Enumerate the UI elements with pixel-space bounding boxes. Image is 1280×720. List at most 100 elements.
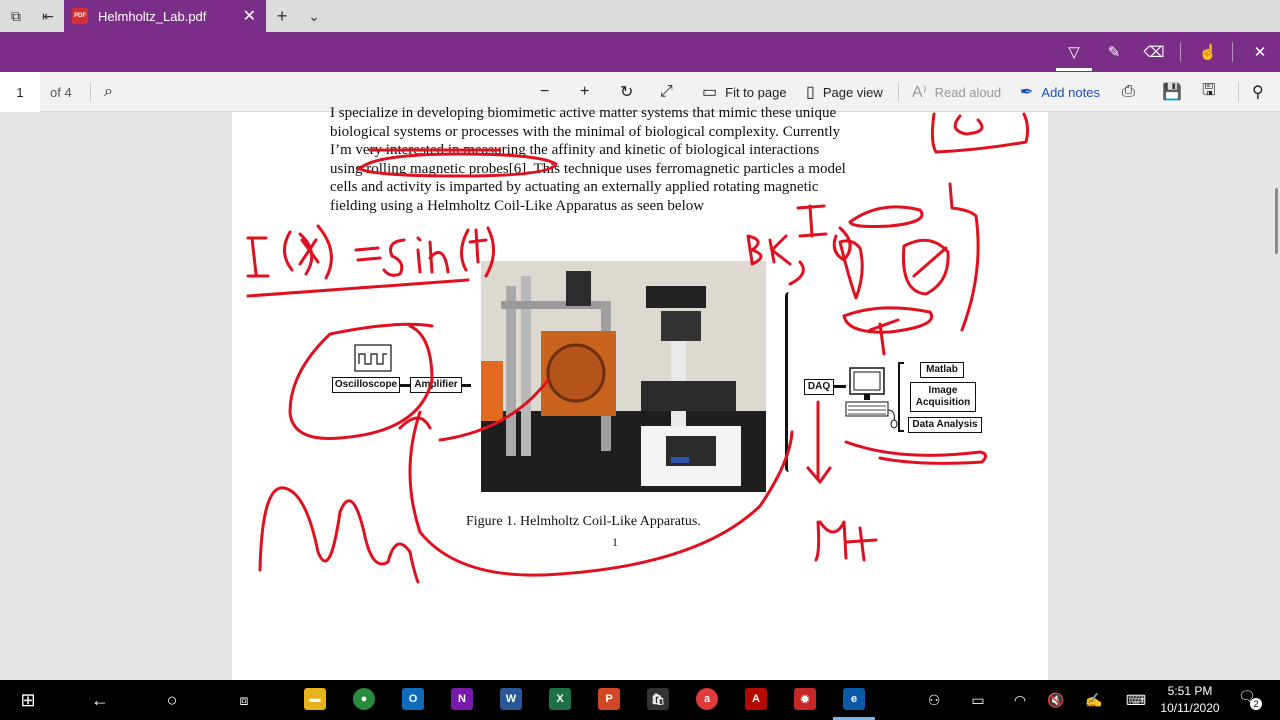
pen-icon[interactable]: ▽ [1062,40,1086,64]
ink-stroke [868,318,900,356]
task-view-icon[interactable]: ⧈ [232,688,256,712]
touch-writing-icon[interactable]: ☝ [1196,40,1220,64]
search-icon: ⌕ [104,83,113,100]
cortana-circle-icon[interactable]: ○ [160,688,184,712]
page-view-icon: ▯ [806,84,815,101]
pen-note-icon: ✒ [1020,84,1034,101]
set-tabs-aside-icon[interactable]: ⇤ [38,6,58,26]
ink-stroke [796,204,828,238]
ink-stroke [408,410,794,577]
ink-stroke [848,205,924,228]
acrobat-icon[interactable]: A [745,688,767,710]
ink-separator [1180,42,1181,62]
gear-app-icon[interactable]: ✹ [794,688,816,710]
outlook-icon[interactable]: O [402,688,424,710]
read-aloud-label: Read aloud [934,84,1002,100]
clock-time: 5:51 PM [1167,684,1213,698]
eraser-icon[interactable]: ⌫ [1142,40,1166,64]
windows-taskbar: ⊞ ← ○ ⧈ ▬ ● O N W X P 🛍 a A ✹ e ⚇ ▭ ◠ 🔇 … [0,680,1280,720]
ink-stroke [258,486,420,584]
action-center-icon[interactable]: 🗨 2 [1238,688,1262,710]
ink-stroke [356,152,558,178]
excel-icon[interactable]: X [549,688,571,710]
tab-helmholtz-lab[interactable]: PDF Helmholtz_Lab.pdf ✕ [64,0,266,32]
ink-toolbar: ▽ ✎ ⌫ ☝ ✕ [0,32,1280,72]
ink-stroke [912,246,948,278]
file-explorer-icon[interactable]: ▬ [304,688,326,710]
save-as-icon: 🖫 [1202,81,1216,99]
windows-start-icon[interactable]: ⊞ [16,688,40,712]
fit-page-icon: ▭ [702,84,718,101]
toolbar-separator [898,82,899,102]
touch-keyboard-icon[interactable]: ⌨ [1124,688,1148,712]
rotate-icon: ↻ [620,84,634,101]
page-view-label: Page view [822,84,883,100]
volume-muted-icon[interactable]: 🔇 [1044,688,1068,712]
toolbar-separator [90,82,91,102]
ink-stroke [842,306,934,334]
pin-toolbar-button[interactable]: ⚲ [1252,72,1272,112]
expand-icon: ⤢ [660,83,673,100]
wifi-icon[interactable]: ◠ [1008,688,1032,712]
minus-icon: − [540,83,550,100]
ink-stroke [806,400,832,484]
powerpoint-icon[interactable]: P [598,688,620,710]
new-tab-icon[interactable]: + [272,6,292,26]
back-arrow-icon[interactable]: ← [88,688,112,712]
ink-stroke [460,228,488,272]
close-ink-icon[interactable]: ✕ [1248,40,1272,64]
page-number-input[interactable]: 1 [0,72,40,112]
fit-to-page-label: Fit to page [725,84,787,100]
unpin-icon: ⚲ [1252,84,1264,101]
onenote-icon[interactable]: N [451,688,473,710]
pen-selected-indicator [1056,68,1092,71]
page-total: of 4 [50,84,72,100]
ink-stroke [930,112,1030,154]
pen-workspace-icon[interactable]: ✍ [1082,688,1106,712]
chrome-icon[interactable]: ● [353,688,375,710]
system-clock[interactable]: 5:51 PM 10/11/2020 [1158,683,1222,717]
print-button[interactable]: ⎙ [1122,72,1143,112]
highlighter-icon[interactable]: ✎ [1102,40,1126,64]
ink-stroke [484,226,495,278]
close-tab-icon[interactable]: ✕ [243,6,256,26]
ink-stroke [953,114,984,136]
ink-stroke [768,234,792,266]
tab-preview-chevron-icon[interactable]: ⌄ [304,6,324,26]
save-icon: 💾 [1162,84,1182,101]
ink-stroke [416,236,422,274]
search-button[interactable]: ⌕ [104,72,121,112]
add-notes-button[interactable]: ✒ Add notes [1020,72,1100,112]
save-as-button[interactable]: 🖫 [1202,72,1224,112]
plus-icon: + [580,83,590,100]
ink-stroke [316,224,333,280]
ink-stroke [746,234,763,266]
store-icon[interactable]: 🛍 [647,688,669,710]
save-button[interactable]: 💾 [1162,72,1190,112]
tab-bar: ⧉ ⇤ PDF Helmholtz_Lab.pdf ✕ + ⌄ [0,0,1280,32]
read-aloud-icon: A⁾ [912,84,927,101]
ink-stroke [382,238,406,277]
vertical-scrollbar-thumb[interactable] [1275,188,1278,254]
ink-stroke [428,240,450,274]
ink-stroke [246,278,470,298]
battery-icon[interactable]: ▭ [966,688,990,712]
ink-stroke [948,182,980,332]
tab-actions-icon[interactable]: ⧉ [6,6,26,26]
edge-icon[interactable]: e [843,688,865,710]
document-viewer[interactable]: I specialize in developing biomimetic ac… [0,105,1280,680]
notification-count: 2 [1250,698,1262,710]
ink-stroke [844,440,987,465]
ink-annotations [246,112,1030,584]
ink-stroke [438,378,550,442]
ink-separator [1232,42,1233,62]
tab-title: Helmholtz_Lab.pdf [98,8,207,24]
app-a-icon[interactable]: a [696,688,718,710]
read-aloud-button[interactable]: A⁾ Read aloud [912,72,1001,112]
toolbar-separator [1238,82,1239,102]
people-icon[interactable]: ⚇ [922,688,946,712]
ink-stroke [814,520,878,562]
add-notes-label: Add notes [1041,84,1100,100]
word-icon[interactable]: W [500,688,522,710]
ink-stroke [246,236,270,278]
